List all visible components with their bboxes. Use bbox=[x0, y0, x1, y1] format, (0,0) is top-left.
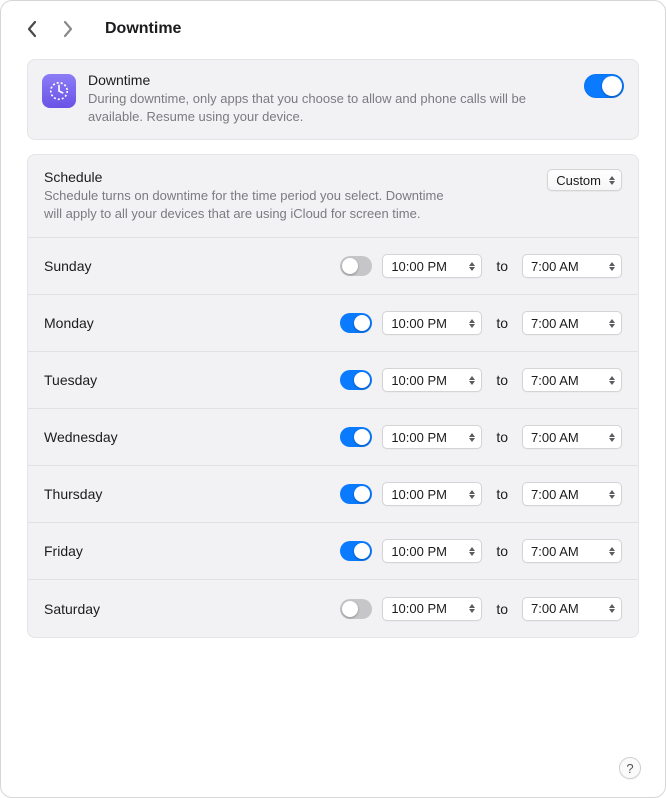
to-label: to bbox=[492, 372, 512, 388]
downtime-icon bbox=[42, 74, 76, 108]
day-name-label: Wednesday bbox=[44, 429, 330, 445]
forward-button[interactable] bbox=[59, 15, 77, 43]
time-value: 7:00 AM bbox=[531, 259, 579, 274]
day-from-time[interactable]: 10:00 PM bbox=[382, 597, 482, 621]
time-value: 7:00 AM bbox=[531, 430, 579, 445]
day-from-time[interactable]: 10:00 PM bbox=[382, 368, 482, 392]
to-label: to bbox=[492, 486, 512, 502]
updown-stepper-icon bbox=[605, 485, 619, 503]
schedule-title: Schedule bbox=[44, 169, 531, 185]
day-to-time[interactable]: 7:00 AM bbox=[522, 311, 622, 335]
help-icon: ? bbox=[626, 761, 633, 776]
time-value: 10:00 PM bbox=[391, 373, 447, 388]
day-from-time[interactable]: 10:00 PM bbox=[382, 425, 482, 449]
nav-header: Downtime bbox=[1, 1, 665, 53]
schedule-panel: Schedule Schedule turns on downtime for … bbox=[27, 154, 639, 638]
schedule-days-list: Sunday 10:00 PM to 7:00 AM Monday 10:00 PM to 7… bbox=[28, 238, 638, 637]
day-toggle[interactable] bbox=[340, 313, 372, 333]
preferences-window: Downtime Downtime During downtime, only … bbox=[0, 0, 666, 798]
updown-stepper-icon bbox=[605, 542, 619, 560]
day-name-label: Friday bbox=[44, 543, 330, 559]
downtime-card-title: Downtime bbox=[88, 72, 564, 88]
time-value: 10:00 PM bbox=[391, 259, 447, 274]
time-value: 10:00 PM bbox=[391, 430, 447, 445]
schedule-day-row: Monday 10:00 PM to 7:00 AM bbox=[28, 295, 638, 352]
schedule-mode-value: Custom bbox=[556, 173, 601, 188]
schedule-day-row: Friday 10:00 PM to 7:00 AM bbox=[28, 523, 638, 580]
day-toggle[interactable] bbox=[340, 370, 372, 390]
updown-stepper-icon bbox=[465, 542, 479, 560]
day-to-time[interactable]: 7:00 AM bbox=[522, 482, 622, 506]
day-to-time[interactable]: 7:00 AM bbox=[522, 597, 622, 621]
day-name-label: Tuesday bbox=[44, 372, 330, 388]
day-toggle[interactable] bbox=[340, 256, 372, 276]
downtime-master-toggle[interactable] bbox=[584, 74, 624, 98]
day-toggle[interactable] bbox=[340, 599, 372, 619]
page-title: Downtime bbox=[105, 20, 181, 38]
day-from-time[interactable]: 10:00 PM bbox=[382, 482, 482, 506]
schedule-header: Schedule Schedule turns on downtime for … bbox=[28, 155, 638, 238]
updown-stepper-icon bbox=[605, 171, 619, 189]
updown-stepper-icon bbox=[465, 485, 479, 503]
chevron-right-icon bbox=[62, 20, 74, 38]
schedule-day-row: Tuesday 10:00 PM to 7:00 AM bbox=[28, 352, 638, 409]
updown-stepper-icon bbox=[605, 600, 619, 618]
day-to-time[interactable]: 7:00 AM bbox=[522, 425, 622, 449]
day-toggle[interactable] bbox=[340, 427, 372, 447]
schedule-day-row: Wednesday 10:00 PM to 7:00 AM bbox=[28, 409, 638, 466]
schedule-day-row: Saturday 10:00 PM to 7:00 AM bbox=[28, 580, 638, 637]
updown-stepper-icon bbox=[465, 257, 479, 275]
updown-stepper-icon bbox=[605, 257, 619, 275]
back-button[interactable] bbox=[23, 15, 41, 43]
schedule-mode-popup[interactable]: Custom bbox=[547, 169, 622, 191]
day-name-label: Thursday bbox=[44, 486, 330, 502]
to-label: to bbox=[492, 429, 512, 445]
day-toggle[interactable] bbox=[340, 541, 372, 561]
day-name-label: Sunday bbox=[44, 258, 330, 274]
day-from-time[interactable]: 10:00 PM bbox=[382, 539, 482, 563]
content-area: Downtime During downtime, only apps that… bbox=[1, 53, 665, 656]
time-value: 10:00 PM bbox=[391, 601, 447, 616]
day-name-label: Monday bbox=[44, 315, 330, 331]
time-value: 10:00 PM bbox=[391, 544, 447, 559]
updown-stepper-icon bbox=[465, 428, 479, 446]
schedule-description: Schedule turns on downtime for the time … bbox=[44, 187, 464, 223]
day-to-time[interactable]: 7:00 AM bbox=[522, 368, 622, 392]
day-to-time[interactable]: 7:00 AM bbox=[522, 254, 622, 278]
time-value: 7:00 AM bbox=[531, 373, 579, 388]
chevron-left-icon bbox=[26, 20, 38, 38]
schedule-day-row: Thursday 10:00 PM to 7:00 AM bbox=[28, 466, 638, 523]
updown-stepper-icon bbox=[465, 600, 479, 618]
updown-stepper-icon bbox=[605, 371, 619, 389]
time-value: 7:00 AM bbox=[531, 316, 579, 331]
to-label: to bbox=[492, 315, 512, 331]
time-value: 10:00 PM bbox=[391, 487, 447, 502]
downtime-master-panel: Downtime During downtime, only apps that… bbox=[27, 59, 639, 140]
day-toggle[interactable] bbox=[340, 484, 372, 504]
day-from-time[interactable]: 10:00 PM bbox=[382, 311, 482, 335]
time-value: 7:00 AM bbox=[531, 544, 579, 559]
updown-stepper-icon bbox=[465, 314, 479, 332]
downtime-card-description: During downtime, only apps that you choo… bbox=[88, 90, 564, 125]
help-button[interactable]: ? bbox=[619, 757, 641, 779]
updown-stepper-icon bbox=[605, 314, 619, 332]
day-to-time[interactable]: 7:00 AM bbox=[522, 539, 622, 563]
day-from-time[interactable]: 10:00 PM bbox=[382, 254, 482, 278]
day-name-label: Saturday bbox=[44, 601, 330, 617]
time-value: 10:00 PM bbox=[391, 316, 447, 331]
time-value: 7:00 AM bbox=[531, 601, 579, 616]
updown-stepper-icon bbox=[605, 428, 619, 446]
to-label: to bbox=[492, 601, 512, 617]
to-label: to bbox=[492, 543, 512, 559]
updown-stepper-icon bbox=[465, 371, 479, 389]
to-label: to bbox=[492, 258, 512, 274]
schedule-day-row: Sunday 10:00 PM to 7:00 AM bbox=[28, 238, 638, 295]
time-value: 7:00 AM bbox=[531, 487, 579, 502]
